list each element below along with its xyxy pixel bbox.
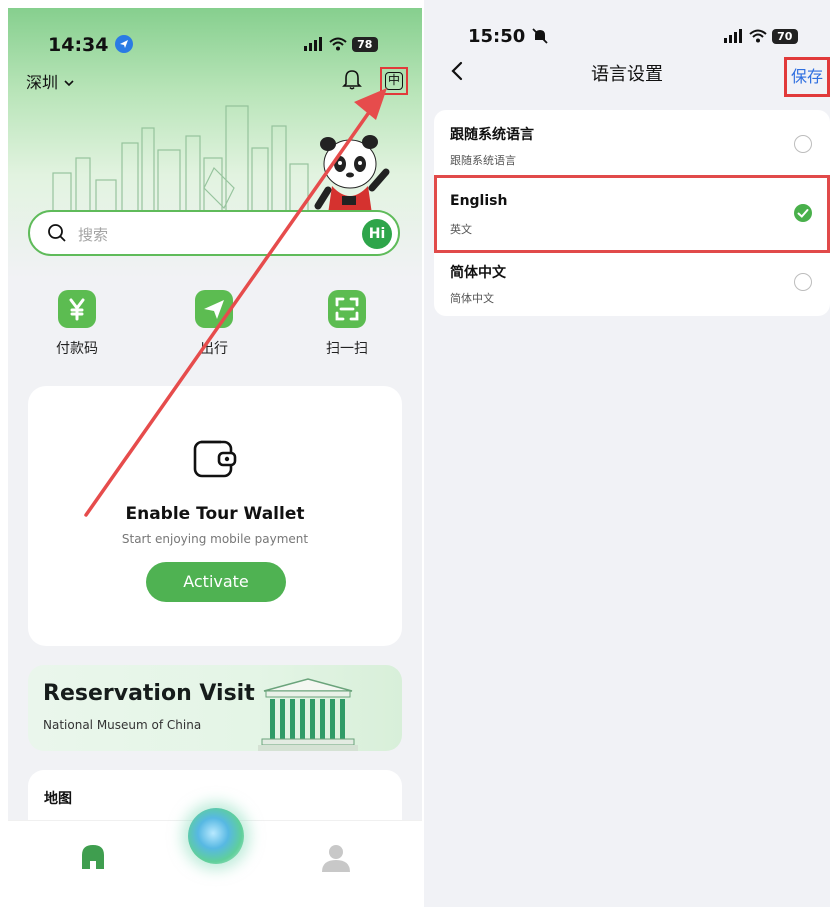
chevron-down-icon — [64, 80, 74, 87]
carousel-indicator — [204, 742, 224, 751]
yuan-icon — [58, 290, 96, 328]
battery-icon: 78 — [351, 36, 378, 52]
language-switch-label: 中 — [385, 72, 403, 90]
option-description: 简体中文 — [450, 292, 494, 305]
radio-unselected-icon[interactable] — [794, 273, 812, 291]
panda-mascot — [314, 135, 390, 214]
highlight-box-english — [434, 175, 830, 253]
home-tab-icon[interactable] — [80, 843, 106, 871]
bell-muted-icon — [531, 28, 548, 44]
page-title: 语言设置 — [591, 64, 663, 85]
wallet-icon — [193, 440, 237, 478]
status-bar-time: 15:50 — [468, 26, 548, 47]
activate-button[interactable]: Activate — [146, 562, 286, 602]
scan-icon — [328, 290, 366, 328]
payment-code-label: 付款码 — [56, 341, 98, 357]
left-phone-screen: 14:34 78 深圳 中 搜索 Hi 付款码 出行 扫一扫 Enable To… — [8, 8, 422, 907]
option-name: 跟随系统语言 — [450, 127, 534, 143]
time-text: 14:34 — [48, 34, 109, 56]
option-description: 跟随系统语言 — [450, 154, 516, 167]
send-arrow-icon — [195, 290, 233, 328]
time-text: 15:50 — [468, 26, 526, 47]
search-placeholder: 搜索 — [78, 226, 109, 244]
option-name: 简体中文 — [450, 265, 506, 281]
city-label: 深圳 — [26, 73, 59, 92]
wallet-card-subtitle: Start enjoying mobile payment — [121, 532, 309, 546]
language-switch-button[interactable]: 中 — [380, 67, 408, 95]
signal-icon — [304, 37, 322, 51]
reservation-card-subtitle: National Museum of China — [43, 718, 202, 732]
reservation-card-title: Reservation Visit — [43, 681, 255, 706]
hi-assistant-badge[interactable]: Hi — [362, 219, 392, 249]
battery-icon: 70 — [771, 28, 798, 44]
language-option-system[interactable]: 跟随系统语言 跟随系统语言 — [434, 110, 830, 178]
travel-label: 出行 — [200, 341, 228, 357]
location-icon — [115, 35, 134, 53]
bell-icon[interactable] — [342, 68, 362, 90]
status-bar-icons: 70 — [724, 28, 798, 44]
profile-tab-icon[interactable] — [321, 843, 351, 873]
search-bar[interactable]: 搜索 Hi — [28, 210, 400, 256]
wallet-card-title: Enable Tour Wallet — [125, 504, 305, 524]
scan-action[interactable]: 扫一扫 — [302, 290, 392, 358]
reservation-visit-card[interactable]: Reservation Visit National Museum of Chi… — [28, 665, 402, 751]
scan-label: 扫一扫 — [326, 341, 368, 357]
search-icon — [48, 224, 66, 242]
radio-unselected-icon[interactable] — [794, 135, 812, 153]
museum-illustration — [258, 678, 358, 751]
status-bar-icons: 78 — [304, 36, 378, 52]
ai-assistant-orb[interactable] — [188, 808, 244, 864]
wifi-icon — [749, 29, 767, 43]
tour-wallet-card: Enable Tour Wallet Start enjoying mobile… — [28, 386, 402, 646]
city-selector[interactable]: 深圳 — [26, 69, 75, 93]
payment-code-action[interactable]: 付款码 — [32, 290, 122, 358]
language-option-simplified-chinese[interactable]: 简体中文 简体中文 — [434, 248, 830, 316]
status-bar-time: 14:34 — [48, 34, 134, 56]
travel-action[interactable]: 出行 — [169, 290, 259, 358]
signal-icon — [724, 29, 742, 43]
save-button[interactable]: 保存 — [784, 57, 830, 97]
map-card-title: 地图 — [44, 791, 72, 807]
wifi-icon — [329, 37, 347, 51]
right-phone-screen: 15:50 70 语言设置 保存 跟随系统语言 跟随系统语言 English 英… — [424, 0, 830, 907]
